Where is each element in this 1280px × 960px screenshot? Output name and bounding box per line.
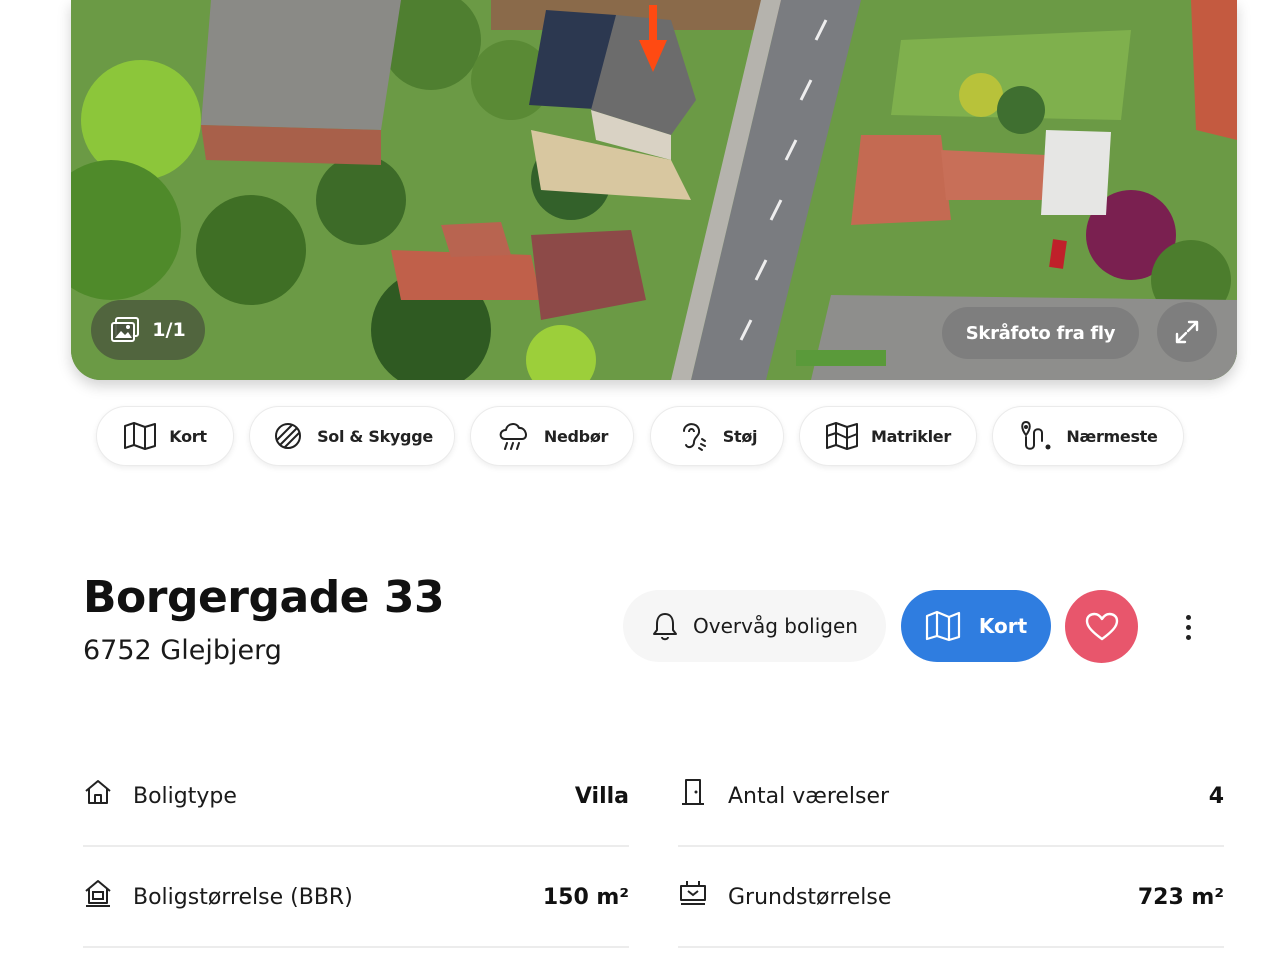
dot-icon: [1185, 634, 1191, 640]
fact-row-boligtype: Boligtype Villa: [83, 747, 629, 847]
fact-label: Boligtype: [133, 783, 237, 809]
chip-label: Kort: [169, 426, 207, 446]
chip-matrikler[interactable]: Matrikler: [799, 406, 977, 466]
oblique-photo-label: Skråfoto fra fly: [965, 322, 1116, 344]
map-button-label: Kort: [978, 614, 1028, 638]
chip-label: Nedbør: [543, 426, 609, 446]
route-pin-icon: [1021, 420, 1051, 450]
sun-shadow-icon: [275, 423, 302, 449]
fact-label: Antal værelser: [728, 783, 890, 809]
parcel-map-icon: [826, 422, 859, 450]
heart-icon: [1085, 612, 1118, 640]
fact-value: 150 m²: [542, 884, 629, 910]
property-address: Borgergade 33: [83, 572, 445, 623]
oblique-photo-button[interactable]: Skråfoto fra fly: [942, 307, 1139, 359]
map-icon: [124, 422, 157, 450]
door-icon: [678, 776, 710, 808]
house-icon: [83, 776, 115, 808]
dot-icon: [1185, 624, 1191, 630]
fact-label: Grundstørrelse: [728, 884, 892, 910]
chip-label: Støj: [722, 426, 758, 446]
expand-icon: [1175, 320, 1199, 344]
fact-label: Boligstørrelse (BBR): [133, 884, 353, 910]
map-button[interactable]: Kort: [901, 590, 1051, 662]
fact-value: 4: [1208, 783, 1224, 809]
property-city: 6752 Glejbjerg: [83, 635, 282, 666]
chip-stoj[interactable]: Støj: [650, 406, 784, 466]
house-size-icon: [83, 877, 115, 909]
chip-label: Matrikler: [871, 426, 951, 446]
chip-label: Sol & Skygge: [317, 426, 433, 446]
fact-value: Villa: [574, 783, 629, 809]
image-counter[interactable]: 1/1: [91, 300, 205, 360]
watch-property-button[interactable]: Overvåg boligen: [623, 590, 886, 662]
dot-icon: [1185, 614, 1191, 620]
favorite-button[interactable]: [1065, 590, 1138, 663]
fullscreen-button[interactable]: [1157, 302, 1217, 362]
bell-icon: [653, 613, 677, 641]
watch-property-label: Overvåg boligen: [693, 614, 858, 638]
more-options-button[interactable]: [1170, 605, 1206, 649]
image-counter-text: 1/1: [152, 319, 186, 341]
map-icon: [925, 610, 960, 642]
fact-value: 723 m²: [1137, 884, 1224, 910]
chip-naermeste[interactable]: Nærmeste: [992, 406, 1184, 466]
ear-noise-icon: [682, 423, 706, 451]
chip-kort[interactable]: Kort: [96, 406, 234, 466]
chip-label: Nærmeste: [1066, 426, 1158, 446]
chip-sol-skygge[interactable]: Sol & Skygge: [249, 406, 455, 466]
chip-nedbor[interactable]: Nedbør: [470, 406, 634, 466]
aerial-photo[interactable]: 1/1 Skråfoto fra fly: [71, 0, 1237, 380]
rain-cloud-icon: [499, 423, 527, 450]
gallery-icon: [111, 317, 140, 342]
plot-icon: [678, 877, 710, 909]
fact-row-boligstorrelse: Boligstørrelse (BBR) 150 m²: [83, 848, 629, 948]
fact-row-antal-vaerelser: Antal værelser 4: [678, 747, 1224, 847]
fact-row-grundstorrelse: Grundstørrelse 723 m²: [678, 848, 1224, 948]
